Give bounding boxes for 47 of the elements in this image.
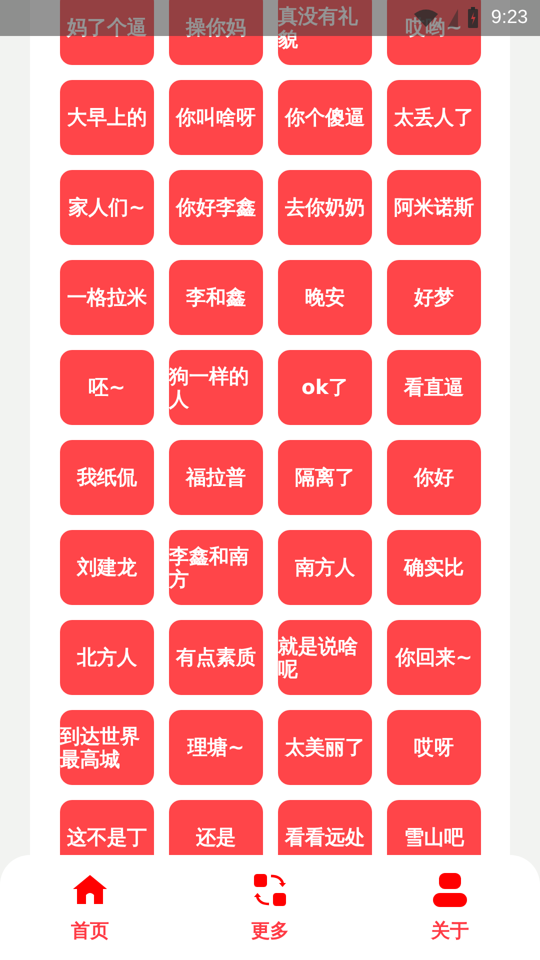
sound-button[interactable]: 大早上的	[60, 80, 154, 155]
nav-label[interactable]: 更多	[251, 918, 289, 944]
sound-button[interactable]: 去你奶奶	[278, 170, 372, 245]
sound-button[interactable]: 家人们~	[60, 170, 154, 245]
sound-button[interactable]: 确实比	[387, 530, 481, 605]
sound-button[interactable]: 你好	[387, 440, 481, 515]
sound-button[interactable]: 理塘~	[169, 710, 263, 785]
sound-button[interactable]: 你个傻逼	[278, 80, 372, 155]
sound-button[interactable]: 刘建龙	[60, 530, 154, 605]
sound-button[interactable]: 看直逼	[387, 350, 481, 425]
person-icon[interactable]	[432, 872, 468, 908]
sound-button[interactable]: 雪山吧	[387, 800, 481, 855]
status-time: 9:23	[491, 7, 528, 29]
sound-button[interactable]: 你回来~	[387, 620, 481, 695]
nav-label[interactable]: 首页	[71, 918, 109, 944]
sound-button[interactable]: 狗一样的人	[169, 350, 263, 425]
sound-button[interactable]: 操你妈	[169, 0, 263, 65]
sound-button[interactable]: 呸~	[60, 350, 154, 425]
sound-button[interactable]: 太丢人了	[387, 80, 481, 155]
sound-button[interactable]: ok了	[278, 350, 372, 425]
sound-button[interactable]: 北方人	[60, 620, 154, 695]
sound-button[interactable]: 一格拉米	[60, 260, 154, 335]
sound-button[interactable]: 到达世界最高城	[60, 710, 154, 785]
sound-button[interactable]: 你叫啥呀	[169, 80, 263, 155]
sound-button[interactable]: 看看远处	[278, 800, 372, 855]
sound-button[interactable]: 我纸侃	[60, 440, 154, 515]
signal-icon	[447, 8, 460, 28]
sound-button[interactable]: 哎呀	[387, 710, 481, 785]
sound-button[interactable]: 阿米诺斯	[387, 170, 481, 245]
sound-button[interactable]: 李鑫和南方	[169, 530, 263, 605]
sound-button[interactable]: 还是	[169, 800, 263, 855]
sound-button[interactable]: 妈了个逼	[60, 0, 154, 65]
sound-button[interactable]: 晚安	[278, 260, 372, 335]
sound-button[interactable]: 哎哟~	[387, 0, 481, 65]
sound-button[interactable]: 有点素质	[169, 620, 263, 695]
nav-label[interactable]: 关于	[431, 918, 469, 944]
battery-icon	[467, 7, 480, 29]
sound-button[interactable]: 太美丽了	[278, 710, 372, 785]
sound-button[interactable]: 福拉普	[169, 440, 263, 515]
sound-button[interactable]: 隔离了	[278, 440, 372, 515]
sound-button[interactable]: 你好李鑫	[169, 170, 263, 245]
sound-button[interactable]: 这不是丁	[60, 800, 154, 855]
sound-button[interactable]: 南方人	[278, 530, 372, 605]
sound-button[interactable]: 就是说啥呢	[278, 620, 372, 695]
sound-button[interactable]: 好梦	[387, 260, 481, 335]
sound-button[interactable]: 李和鑫	[169, 260, 263, 335]
swap-icon[interactable]	[253, 872, 287, 908]
